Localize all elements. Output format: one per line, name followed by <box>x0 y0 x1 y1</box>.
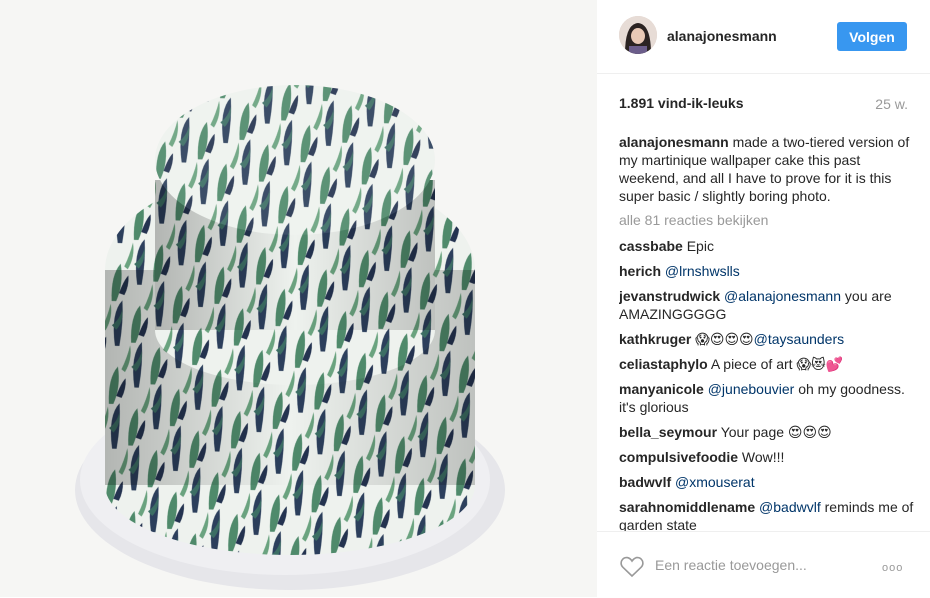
comment-item: cassbabe Epic <box>619 237 914 255</box>
comment-mention[interactable]: @xmouserat <box>675 474 755 490</box>
comment-username[interactable]: cassbabe <box>619 238 683 254</box>
comment-item: kathkruger 😱😍😍😍@taysaunders <box>619 330 914 348</box>
comment-item: jevanstrudwick @alanajonesmann you are A… <box>619 287 914 323</box>
comment-item: bella_seymour Your page 😍😍😍 <box>619 423 914 441</box>
comment-emoji: 😱😍😍😍 <box>695 331 754 347</box>
post-photo[interactable] <box>0 0 597 597</box>
comment-mention[interactable]: @badwvlf <box>759 499 821 515</box>
comment-text: Your page <box>720 424 785 440</box>
comment-mention[interactable]: @taysaunders <box>754 331 844 347</box>
like-count[interactable]: 1.891 vind-ik-leuks <box>619 95 744 111</box>
comment-mention[interactable]: @junebouvier <box>708 381 795 397</box>
comment-username[interactable]: sarahnomiddlename <box>619 499 755 515</box>
comment-item: sarahnomiddlename @badwvlf reminds me of… <box>619 498 914 531</box>
comment-emoji: 😍😍😍 <box>787 424 832 440</box>
post-author-username[interactable]: alanajonesmann <box>667 28 777 44</box>
comment-username[interactable]: herich <box>619 263 661 279</box>
comment-username[interactable]: compulsivefoodie <box>619 449 738 465</box>
post-detail-panel: alanajonesmann Volgen 1.891 vind-ik-leuk… <box>597 0 930 597</box>
comment-item: celiastaphylo A piece of art 😱😻💕 <box>619 355 914 373</box>
add-comment-input[interactable]: Een reactie toevoegen... <box>655 557 807 573</box>
comment-emoji: 😱😻💕 <box>796 356 844 372</box>
comment-mention[interactable]: @alanajonesmann <box>724 288 841 304</box>
comment-text: A piece of art <box>710 356 793 372</box>
follow-button[interactable]: Volgen <box>837 22 907 51</box>
caption-username[interactable]: alanajonesmann <box>619 134 729 150</box>
instagram-post-view: alanajonesmann Volgen 1.891 vind-ik-leuk… <box>0 0 930 597</box>
comment-item: herich @lrnshwslls <box>619 262 914 280</box>
comment-item: badwvlf @xmouserat <box>619 473 914 491</box>
avatar[interactable] <box>619 16 657 54</box>
cake-photo-image <box>0 0 597 597</box>
view-all-comments-link[interactable]: alle 81 reacties bekijken <box>619 211 914 229</box>
comments-list[interactable]: alanajonesmann made a two-tiered version… <box>619 133 914 531</box>
comment-username[interactable]: badwvlf <box>619 474 671 490</box>
post-footer: Een reactie toevoegen... ooo <box>597 531 930 598</box>
post-caption: alanajonesmann made a two-tiered version… <box>619 133 914 205</box>
more-options-icon[interactable]: ooo <box>882 562 903 574</box>
comment-text: Wow!!! <box>741 449 785 465</box>
comment-username[interactable]: kathkruger <box>619 331 691 347</box>
post-age[interactable]: 25 w. <box>875 96 908 112</box>
avatar-image <box>619 16 657 54</box>
comment-item: manyanicole @junebouvier oh my goodness.… <box>619 380 914 416</box>
comment-username[interactable]: manyanicole <box>619 381 704 397</box>
post-header: alanajonesmann Volgen <box>597 0 930 74</box>
comment-username[interactable]: jevanstrudwick <box>619 288 720 304</box>
comment-text: Epic <box>686 238 714 254</box>
comment-username[interactable]: bella_seymour <box>619 424 717 440</box>
comment-mention[interactable]: @lrnshwslls <box>665 263 740 279</box>
comment-item: compulsivefoodie Wow!!! <box>619 448 914 466</box>
comment-username[interactable]: celiastaphylo <box>619 356 708 372</box>
heart-icon[interactable] <box>620 556 644 583</box>
